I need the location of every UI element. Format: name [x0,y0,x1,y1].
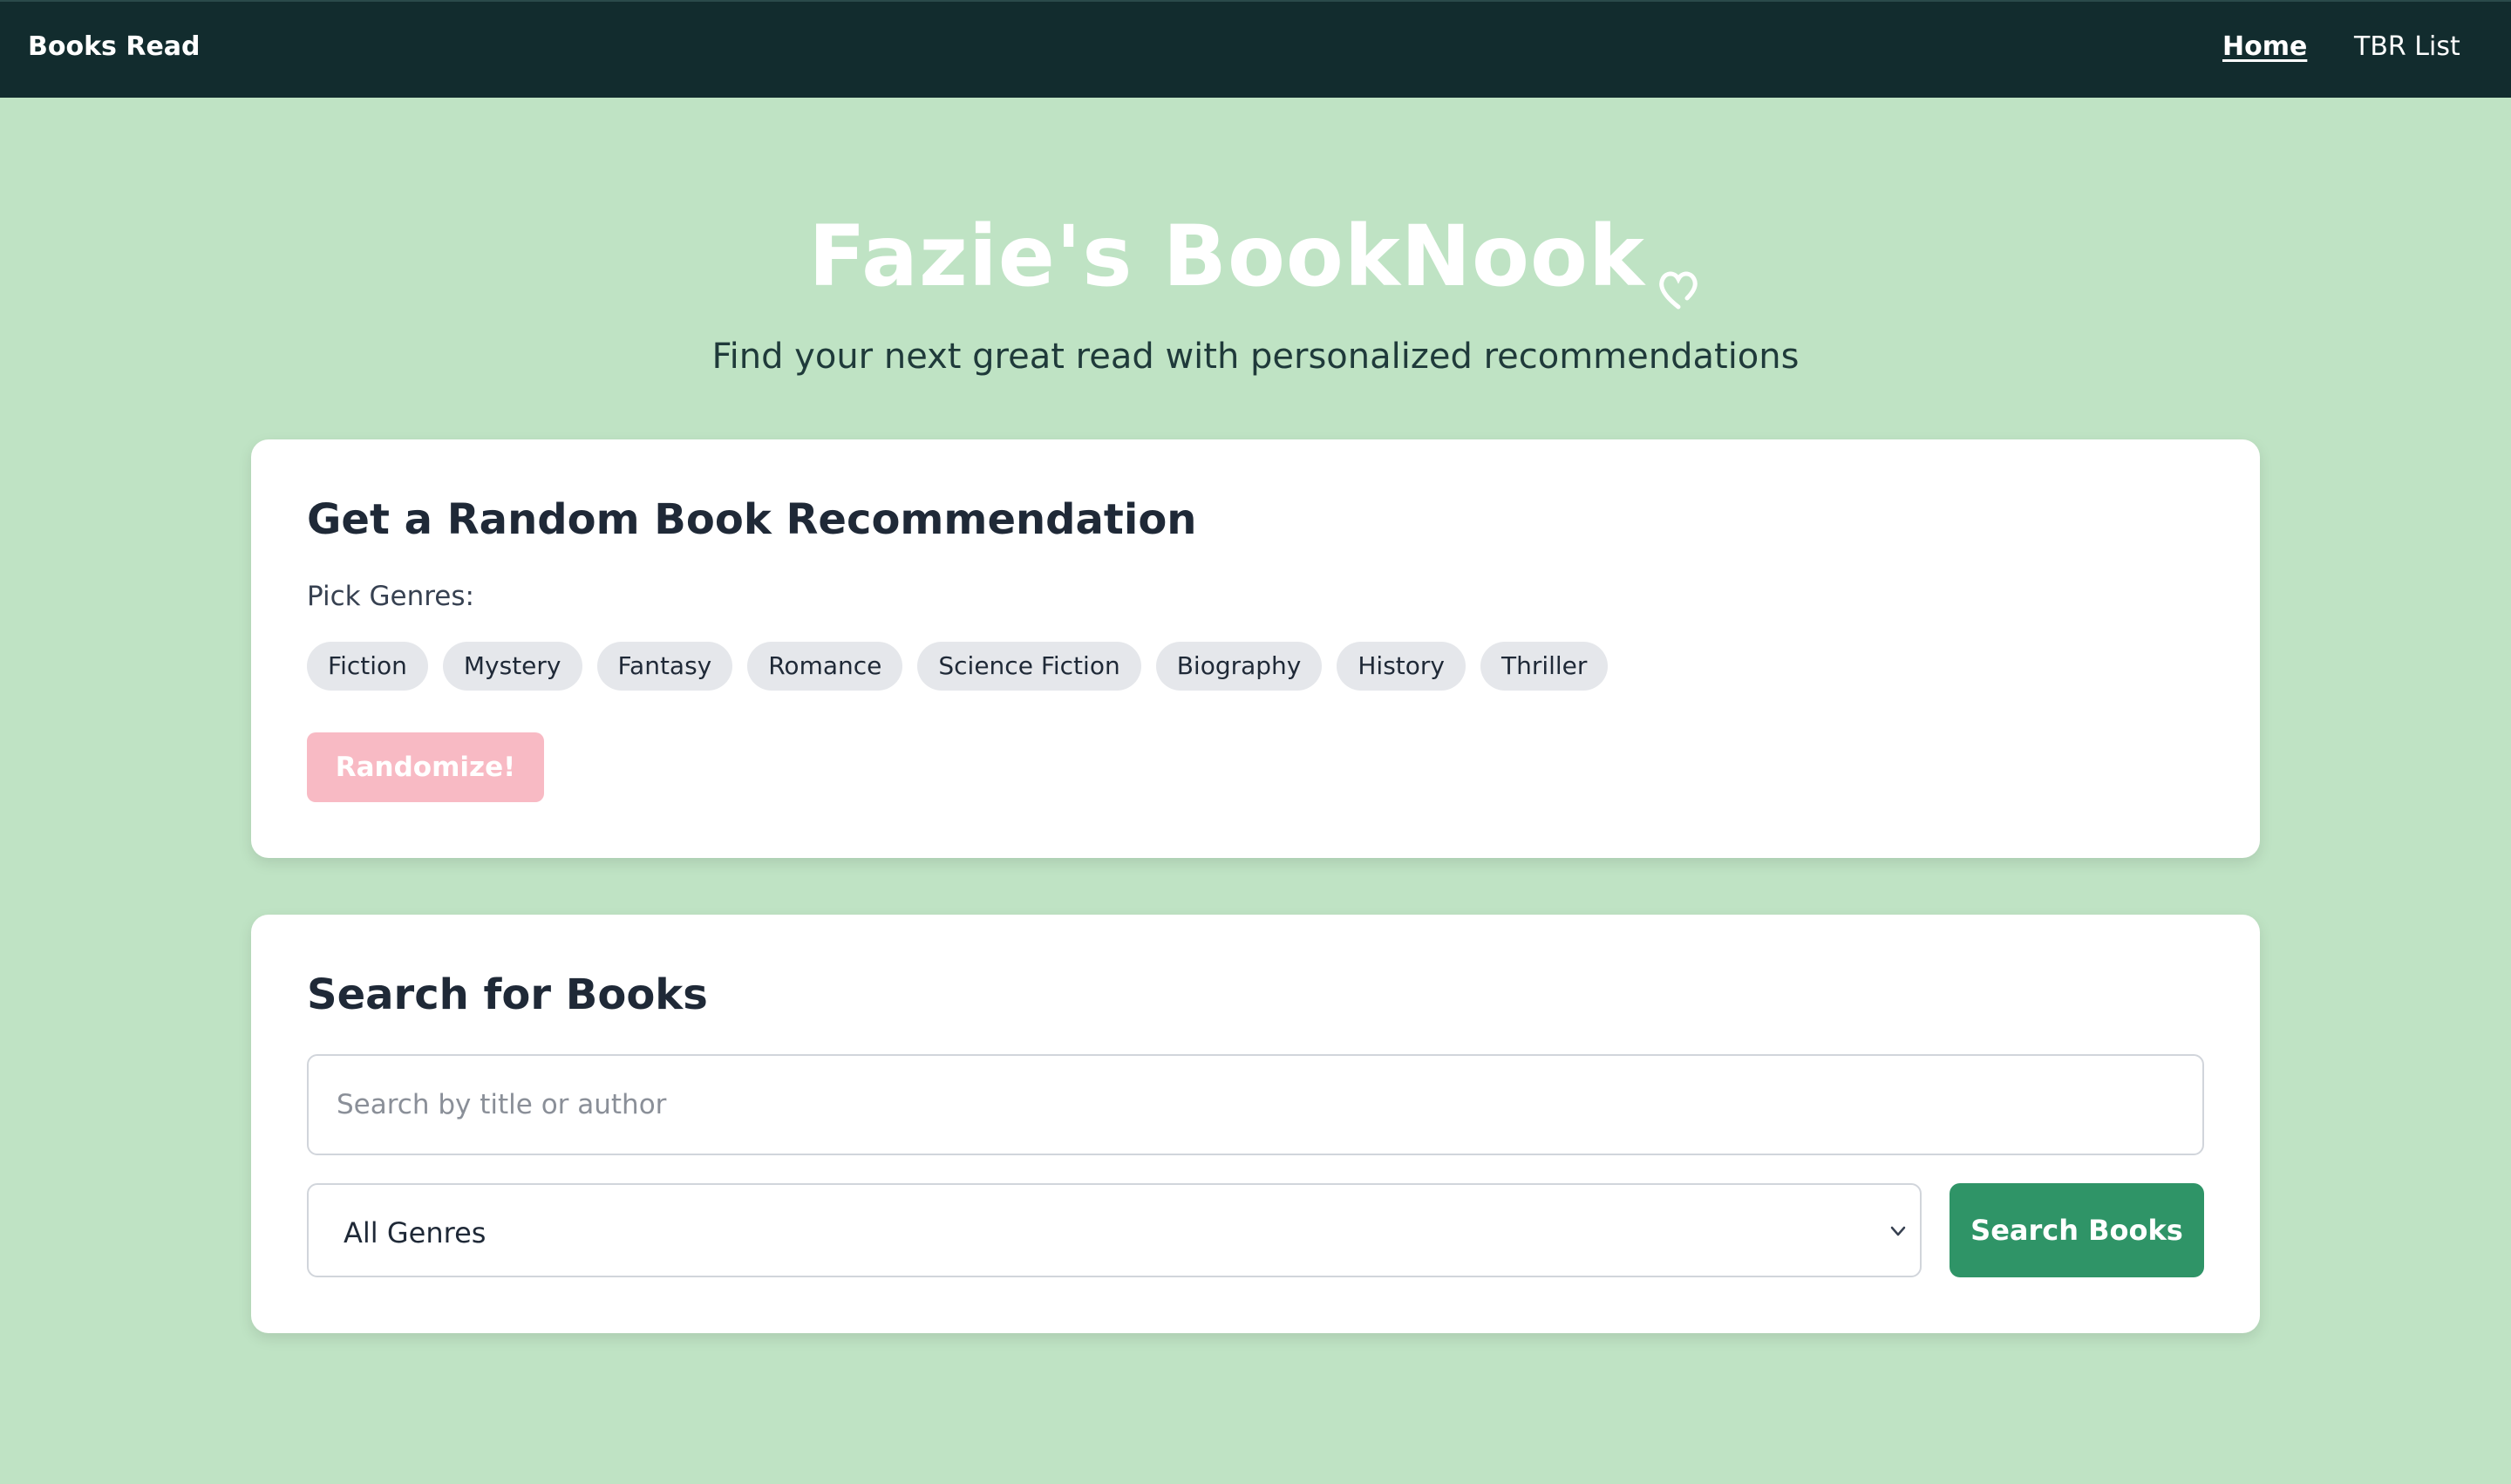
genre-select[interactable]: All Genres [307,1183,1922,1277]
genre-chip-thriller[interactable]: Thriller [1480,642,1609,691]
genre-chip-romance[interactable]: Romance [747,642,903,691]
page-title: Fazie's BookNook [0,208,2511,310]
genre-chip-history[interactable]: History [1337,642,1466,691]
search-input[interactable] [307,1054,2204,1155]
random-recommendation-card: Get a Random Book Recommendation Pick Ge… [251,439,2260,858]
search-section-heading: Search for Books [307,970,708,1019]
heart-outline-icon [1654,235,1703,310]
search-books-button[interactable]: Search Books [1950,1183,2204,1277]
search-books-card: Search for Books All Genres Search Books [251,915,2260,1333]
page-title-text: Fazie's BookNook [808,208,1645,305]
randomize-button[interactable]: Randomize! [307,732,544,802]
brand-link[interactable]: Books Read [28,31,201,62]
chevron-down-icon [1887,1220,1909,1242]
nav-link-tbr-list[interactable]: TBR List [2354,31,2460,62]
genre-chip-fiction[interactable]: Fiction [307,642,428,691]
random-section-heading: Get a Random Book Recommendation [307,495,1197,544]
top-navbar: Books Read Home TBR List [0,0,2511,98]
genre-select-value: All Genres [344,1216,487,1249]
genre-chip-science-fiction[interactable]: Science Fiction [917,642,1141,691]
nav-link-home[interactable]: Home [2222,31,2307,62]
page-subtitle: Find your next great read with personali… [711,337,1800,377]
genre-chip-list: Fiction Mystery Fantasy Romance Science … [307,642,1609,691]
pick-genres-label: Pick Genres: [307,581,474,612]
genre-chip-biography[interactable]: Biography [1155,642,1323,691]
genre-chip-mystery[interactable]: Mystery [442,642,582,691]
genre-chip-fantasy[interactable]: Fantasy [596,642,733,691]
